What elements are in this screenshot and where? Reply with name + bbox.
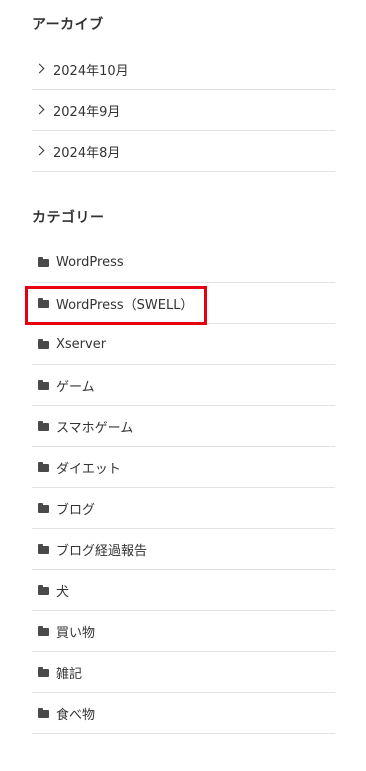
category-item-label: Xserver	[56, 336, 107, 352]
category-item-label: ゲーム	[56, 379, 95, 395]
archive-list: 2024年10月 2024年9月 2024年8月	[32, 49, 335, 172]
archive-item-label: 2024年10月	[53, 63, 129, 79]
category-item-wordpress[interactable]: WordPress	[32, 242, 335, 283]
category-item-label: ダイエット	[56, 461, 121, 477]
folder-icon	[38, 502, 49, 513]
category-item-label: 食べ物	[56, 707, 96, 723]
category-item-blog-progress-report[interactable]: ブログ経過報告	[32, 529, 335, 570]
category-item-smartphone-game[interactable]: スマホゲーム	[32, 406, 335, 447]
category-item-label: 雑記	[56, 666, 83, 682]
category-item-label: ブログ	[56, 502, 96, 518]
folder-icon	[38, 420, 49, 431]
folder-icon	[38, 379, 49, 390]
category-item-label: ブログ経過報告	[56, 543, 148, 559]
archive-item-2024-10[interactable]: 2024年10月	[32, 49, 335, 90]
folder-icon	[38, 625, 49, 636]
category-item-xserver[interactable]: Xserver	[32, 324, 335, 365]
category-widget-title: カテゴリー	[32, 210, 105, 226]
chevron-right-icon	[34, 145, 45, 156]
chevron-right-icon	[34, 63, 45, 74]
category-list: WordPress WordPress（SWELL） Xserver ゲーム ス…	[32, 242, 335, 734]
category-item-dog[interactable]: 犬	[32, 570, 335, 611]
archive-item-label: 2024年8月	[53, 145, 121, 161]
archive-item-2024-08[interactable]: 2024年8月	[32, 131, 335, 172]
category-item-shopping[interactable]: 買い物	[32, 611, 335, 652]
category-item-blog[interactable]: ブログ	[32, 488, 335, 529]
folder-icon	[38, 543, 49, 554]
category-item-label: 犬	[56, 584, 70, 600]
category-item-miscellaneous[interactable]: 雑記	[32, 652, 335, 693]
archive-item-2024-09[interactable]: 2024年9月	[32, 90, 335, 131]
archive-widget-title: アーカイブ	[32, 17, 104, 33]
category-item-label: 買い物	[56, 625, 96, 641]
folder-icon	[38, 256, 49, 267]
category-item-food[interactable]: 食べ物	[32, 693, 335, 734]
folder-icon	[38, 297, 49, 308]
folder-icon	[38, 666, 49, 677]
category-item-label: WordPress（SWELL）	[56, 297, 194, 313]
category-item-wordpress-swell[interactable]: WordPress（SWELL）	[32, 283, 335, 324]
folder-icon	[38, 338, 49, 349]
folder-icon	[38, 461, 49, 472]
category-item-label: WordPress	[56, 254, 124, 270]
category-item-game[interactable]: ゲーム	[32, 365, 335, 406]
folder-icon	[38, 707, 49, 718]
category-item-label: スマホゲーム	[56, 420, 134, 436]
folder-icon	[38, 584, 49, 595]
chevron-right-icon	[34, 104, 45, 115]
category-item-diet[interactable]: ダイエット	[32, 447, 335, 488]
archive-item-label: 2024年9月	[53, 104, 121, 120]
